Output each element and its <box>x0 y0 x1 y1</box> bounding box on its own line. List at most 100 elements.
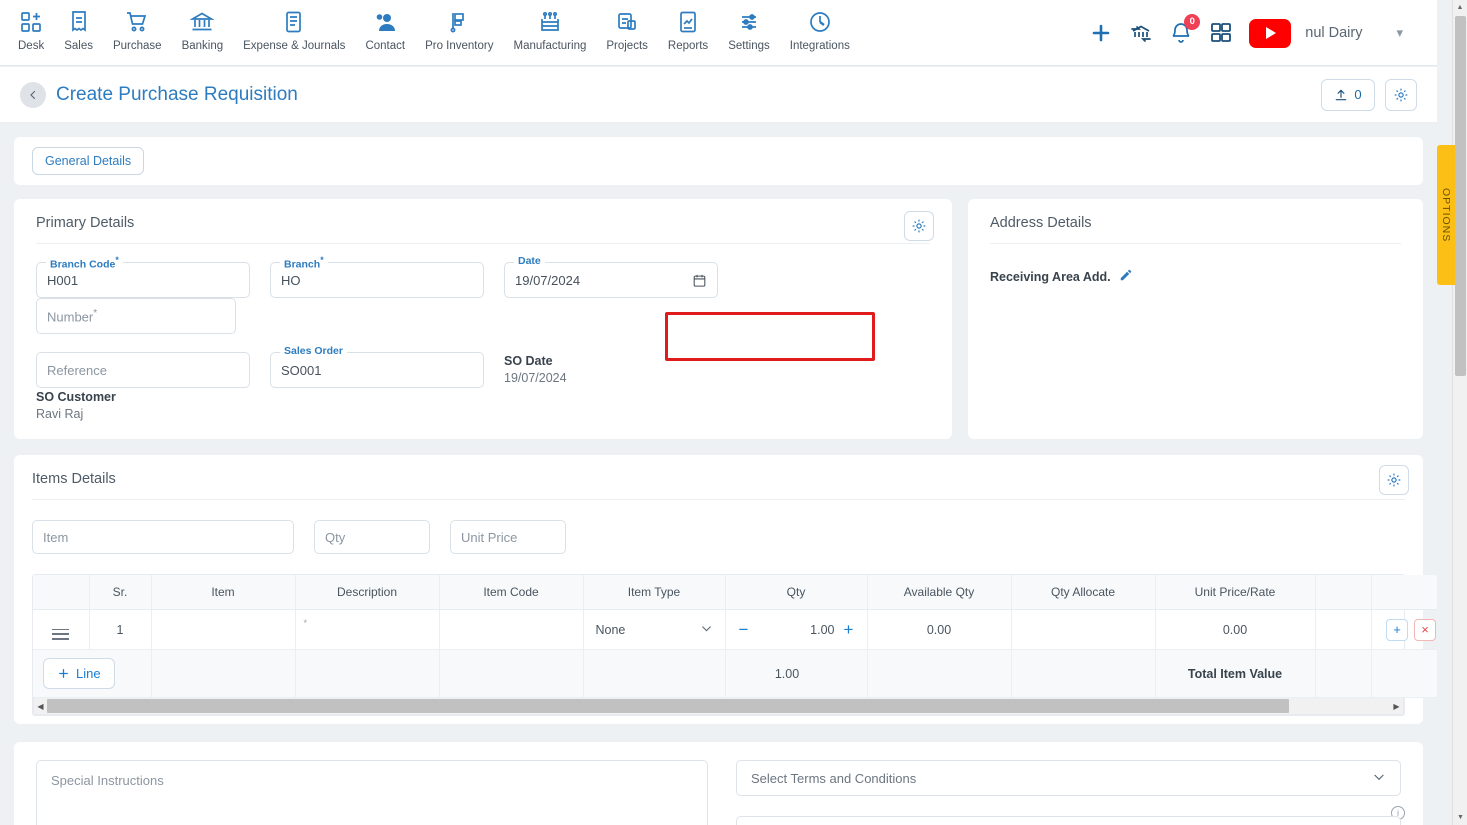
attachments-button[interactable]: 0 <box>1321 78 1375 111</box>
nav-item-desk[interactable]: Desk <box>8 9 54 52</box>
date-value: 19/07/2024 <box>515 272 581 288</box>
branch-input[interactable]: Branch* HO <box>270 255 484 298</box>
footer-item-code <box>439 649 584 698</box>
footer-qty-allocate <box>1011 649 1156 698</box>
items-table: Sr. Item Description Item Code Item Type… <box>33 575 1437 698</box>
pencil-edit-icon[interactable] <box>1119 268 1133 285</box>
terms-column: Select Terms and Conditions i Terms and … <box>736 760 1405 825</box>
nav-item-purchase[interactable]: Purchase <box>103 9 172 52</box>
items-search-row: Item Qty Unit Price <box>32 520 1405 554</box>
options-side-tab[interactable]: OPTIONS <box>1437 145 1455 285</box>
sales-order-value: SO001 <box>281 362 322 378</box>
reference-input[interactable]: Reference <box>36 352 250 388</box>
chevron-down-icon <box>700 622 713 638</box>
primary-details-title: Primary Details <box>36 215 135 231</box>
footer-qty-total: 1.00 <box>725 649 868 698</box>
qty-search-input[interactable]: Qty <box>314 520 430 554</box>
scroll-down-arrow-icon[interactable]: ▼ <box>1453 810 1467 825</box>
col-description: Description <box>295 575 440 610</box>
primary-fields-row-2: Reference Sales Order SO001 SO Date 19/0… <box>36 345 930 421</box>
top-navigation-bar: Desk Sales Purchase Banking Expense & Jo… <box>0 0 1437 66</box>
nav-item-integrations[interactable]: Integrations <box>780 9 860 52</box>
branch-code-input[interactable]: Branch Code* H001 <box>36 255 250 298</box>
page-scrollbar-thumb[interactable] <box>1455 16 1466 376</box>
youtube-icon[interactable] <box>1249 18 1292 48</box>
scroll-left-arrow-icon[interactable]: ◀ <box>34 702 47 711</box>
item-search-input[interactable]: Item <box>32 520 294 554</box>
scroll-right-arrow-icon[interactable]: ▶ <box>1390 702 1403 711</box>
footer-item <box>151 649 296 698</box>
footer-item-type <box>583 649 726 698</box>
terms-and-conditions-textarea[interactable]: Terms and Conditions ◢ <box>736 816 1401 825</box>
purchase-cart-icon <box>125 9 149 35</box>
field-so-customer: SO Customer Ravi Raj <box>36 388 256 421</box>
number-input[interactable]: Number* <box>36 298 236 334</box>
field-sales-order: Sales Order SO001 <box>270 345 504 388</box>
special-instructions-placeholder: Special Instructions <box>51 773 164 788</box>
unit-price-search-placeholder: Unit Price <box>461 529 518 545</box>
scrollbar-track[interactable] <box>47 698 1390 715</box>
table-row: 1 * None − 1.00 + 0.00 0.00 + × <box>33 609 1437 650</box>
add-new-button[interactable] <box>1089 21 1113 45</box>
row-item-code[interactable] <box>439 609 584 650</box>
receiving-area-label: Receiving Area Add. <box>990 269 1111 284</box>
qty-decrement-button[interactable]: − <box>736 621 752 638</box>
row-unit-price[interactable]: 0.00 <box>1155 609 1316 650</box>
item-type-select[interactable]: None <box>592 622 717 638</box>
special-instructions-textarea[interactable]: Special Instructions ◢ <box>36 760 708 825</box>
notifications-button[interactable]: 0 <box>1169 14 1201 45</box>
col-item: Item <box>151 575 296 610</box>
notification-badge: 0 <box>1184 14 1201 30</box>
select-terms-dropdown[interactable]: Select Terms and Conditions <box>736 760 1401 796</box>
bottom-section-card: Special Instructions ◢ Select Terms and … <box>14 742 1423 825</box>
nav-right-actions: 0 nul Dairy ▾ <box>1089 0 1407 66</box>
page-scrollbar[interactable]: ▲ ▼ <box>1452 0 1467 825</box>
col-item-code: Item Code <box>439 575 584 610</box>
nav-item-reports[interactable]: Reports <box>658 9 718 52</box>
delete-row-button[interactable]: × <box>1414 618 1436 641</box>
projects-clipboard-icon <box>615 9 639 35</box>
drag-handle-icon[interactable] <box>52 628 70 640</box>
nav-item-expense-journals[interactable]: Expense & Journals <box>233 9 355 52</box>
unit-price-search-input[interactable]: Unit Price <box>450 520 566 554</box>
bank-transfer-button[interactable] <box>1129 21 1153 45</box>
qty-value[interactable]: 1.00 <box>752 623 841 637</box>
item-type-value: None <box>595 622 626 637</box>
row-qty-allocate[interactable] <box>1011 609 1156 650</box>
nav-item-manufacturing[interactable]: Manufacturing <box>503 9 596 52</box>
scrollbar-thumb[interactable] <box>47 698 1290 713</box>
nav-item-contact[interactable]: Contact <box>355 9 415 52</box>
items-details-settings-button[interactable] <box>1379 465 1409 495</box>
chevron-down-icon[interactable]: ▾ <box>1396 25 1403 41</box>
col-qty: Qty <box>725 575 868 610</box>
nav-item-projects[interactable]: Projects <box>596 9 658 52</box>
nav-item-settings[interactable]: Settings <box>718 9 780 52</box>
row-item[interactable] <box>151 609 296 650</box>
sales-order-input[interactable]: Sales Order SO001 <box>270 345 484 388</box>
field-branch: Branch* HO <box>270 255 504 298</box>
page-settings-button[interactable] <box>1385 78 1417 111</box>
apps-grid-button[interactable] <box>1209 21 1233 45</box>
primary-details-settings-button[interactable] <box>904 211 934 241</box>
add-line-button[interactable]: Line <box>43 658 115 689</box>
tabs-bar: General Details <box>14 137 1423 185</box>
items-table-body: 1 * None − 1.00 + 0.00 0.00 + × Line 1.0… <box>33 609 1437 698</box>
nav-item-banking[interactable]: Banking <box>172 9 234 52</box>
so-date-label: SO Date <box>504 354 553 368</box>
nav-item-sales[interactable]: Sales <box>54 9 103 52</box>
tab-general-details[interactable]: General Details <box>32 147 145 175</box>
calendar-icon[interactable] <box>692 273 707 288</box>
so-customer-label: SO Customer <box>36 390 116 404</box>
row-description[interactable]: * <box>295 609 440 650</box>
quantity-stepper: − 1.00 + <box>734 621 859 638</box>
date-input[interactable]: Date 19/07/2024 <box>504 255 718 298</box>
scroll-up-arrow-icon[interactable]: ▲ <box>1453 0 1467 15</box>
footer-total-item-value: Total Item Value <box>1155 649 1316 698</box>
items-table-horizontal-scrollbar[interactable]: ◀ ▶ <box>33 698 1404 715</box>
qty-increment-button[interactable]: + <box>841 621 857 638</box>
special-instructions-column: Special Instructions ◢ <box>36 760 708 825</box>
nav-item-label: Manufacturing <box>513 40 587 52</box>
nav-item-pro-inventory[interactable]: Pro Inventory <box>415 9 503 52</box>
back-button[interactable] <box>20 81 46 108</box>
add-row-button[interactable]: + <box>1386 618 1408 641</box>
